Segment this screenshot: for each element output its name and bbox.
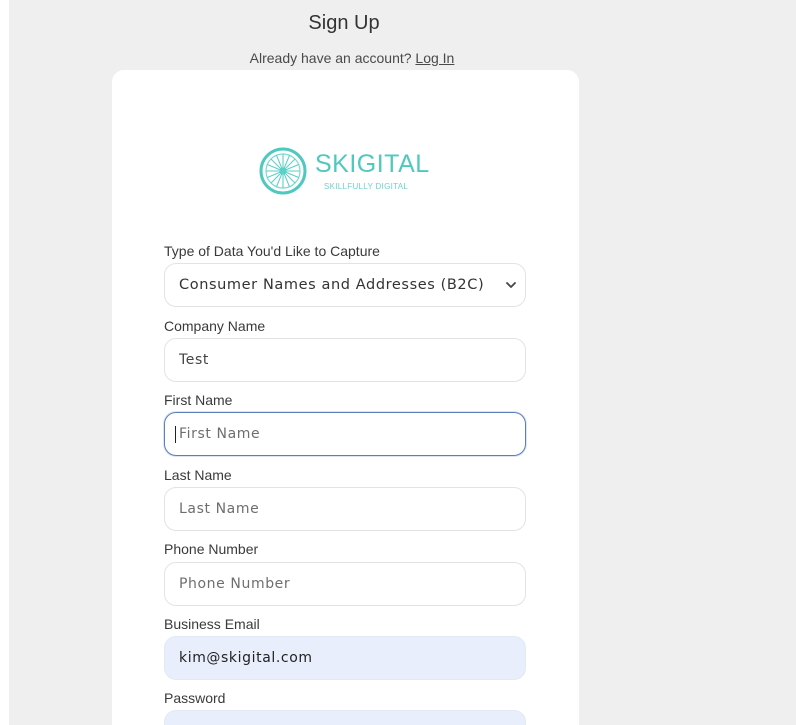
business-email-input[interactable] (164, 636, 526, 680)
text-caret (175, 426, 176, 443)
logo-wordmark: SKIGITAL (315, 150, 430, 178)
business-email-label: Business Email (164, 616, 260, 632)
first-name-input[interactable] (164, 412, 526, 456)
data-type-select[interactable]: Consumer Names and Addresses (B2C) (164, 263, 526, 307)
page-title: Sign Up (308, 12, 380, 34)
data-type-label: Type of Data You'd Like to Capture (164, 243, 380, 259)
wheel-icon (259, 147, 307, 195)
login-prompt: Already have an account? Log In (9, 50, 695, 66)
login-prompt-text: Already have an account? (249, 50, 412, 66)
company-name-label: Company Name (164, 318, 266, 334)
last-name-label: Last Name (164, 467, 232, 483)
password-input[interactable] (164, 710, 526, 725)
chevron-down-icon (506, 282, 516, 288)
first-name-label: First Name (164, 392, 233, 408)
last-name-input[interactable] (164, 487, 526, 531)
data-type-selected-value: Consumer Names and Addresses (B2C) (179, 277, 485, 293)
password-label: Password (164, 690, 226, 706)
login-link[interactable]: Log In (415, 50, 454, 66)
company-name-input[interactable] (164, 338, 526, 382)
logo-tagline: SKILLFULLY DIGITAL (324, 182, 409, 191)
skigital-logo: SKIGITAL SKILLFULLY DIGITAL (258, 146, 438, 202)
phone-number-input[interactable] (164, 562, 526, 606)
phone-number-label: Phone Number (164, 541, 259, 557)
